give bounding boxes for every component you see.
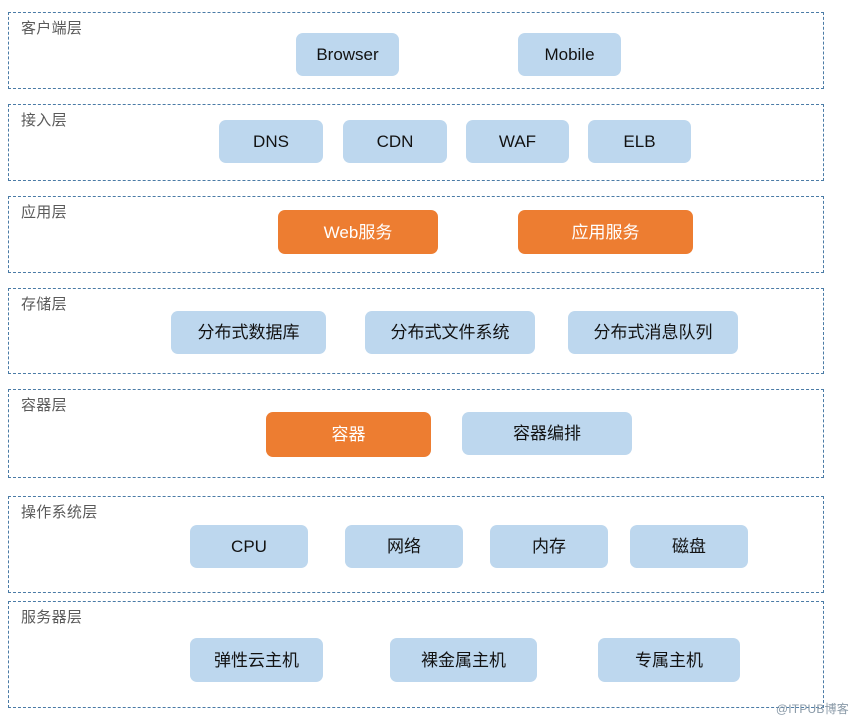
architecture-diagram: 客户端层 Browser Mobile 接入层 DNS CDN WAF ELB 应用层 Web服务… (0, 0, 855, 720)
node-box[interactable]: 专属主机 (598, 638, 740, 682)
node-box[interactable]: DNS (219, 120, 323, 163)
node-box[interactable]: 容器 (266, 412, 431, 457)
layer-label: 容器层 (21, 397, 67, 414)
node-box[interactable]: 分布式数据库 (171, 311, 326, 354)
node-box[interactable]: CPU (190, 525, 308, 568)
node-box[interactable]: 网络 (345, 525, 463, 568)
watermark: @ITPUB博客 (775, 702, 849, 716)
node-box[interactable]: WAF (466, 120, 569, 163)
node-box[interactable]: Mobile (518, 33, 621, 76)
node-box[interactable]: 裸金属主机 (390, 638, 537, 682)
layer-label: 服务器层 (21, 609, 83, 626)
layer-label: 客户端层 (21, 20, 83, 37)
node-box[interactable]: Browser (296, 33, 399, 76)
node-box[interactable]: ELB (588, 120, 691, 163)
node-box[interactable]: 分布式文件系统 (365, 311, 535, 354)
node-box[interactable]: CDN (343, 120, 447, 163)
layer-1: 客户端层 (8, 12, 824, 89)
layer-label: 操作系统层 (21, 504, 98, 521)
node-box[interactable]: 分布式消息队列 (568, 311, 738, 354)
layer-label: 存储层 (21, 296, 67, 313)
layer-label: 接入层 (21, 112, 67, 129)
node-box[interactable]: 容器编排 (462, 412, 632, 455)
node-box[interactable]: 弹性云主机 (190, 638, 323, 682)
node-box[interactable]: 磁盘 (630, 525, 748, 568)
node-box[interactable]: 应用服务 (518, 210, 693, 254)
node-box[interactable]: Web服务 (278, 210, 438, 254)
node-box[interactable]: 内存 (490, 525, 608, 568)
layer-label: 应用层 (21, 204, 67, 221)
